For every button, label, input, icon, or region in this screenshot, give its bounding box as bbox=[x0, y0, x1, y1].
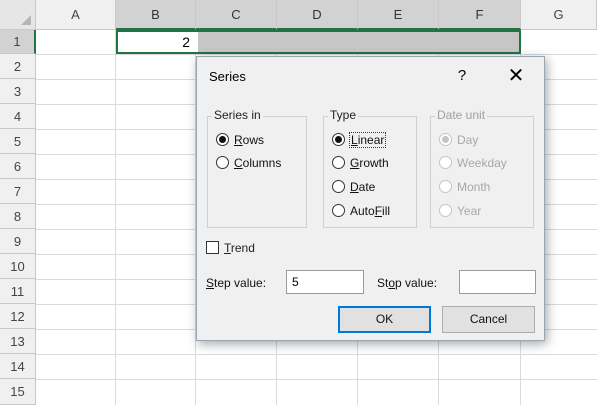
radio-unselected-icon bbox=[439, 156, 452, 169]
stop-value-label: Stop value: bbox=[377, 276, 438, 290]
column-header-d[interactable]: D bbox=[277, 0, 358, 30]
radio-unselected-icon bbox=[332, 180, 345, 193]
row-header-2[interactable]: 2 bbox=[0, 54, 36, 79]
rows-label: Rows bbox=[234, 133, 265, 147]
radio-unselected-icon bbox=[332, 156, 345, 169]
select-all-corner[interactable] bbox=[0, 0, 36, 30]
date-unit-year-radio: Year bbox=[439, 202, 481, 220]
column-header-b[interactable]: B bbox=[116, 0, 196, 30]
radio-selected-icon bbox=[216, 133, 229, 146]
checkbox-unchecked-icon bbox=[206, 241, 219, 254]
gridline bbox=[36, 354, 597, 355]
column-header-f[interactable]: F bbox=[439, 0, 521, 30]
row-header-5[interactable]: 5 bbox=[0, 129, 36, 154]
type-autofill-radio[interactable]: AutoFill bbox=[332, 202, 390, 220]
row-header-3[interactable]: 3 bbox=[0, 79, 36, 104]
date-unit-weekday-radio: Weekday bbox=[439, 154, 507, 172]
cell-b1-value[interactable]: 2 bbox=[116, 30, 194, 54]
growth-label: Growth bbox=[350, 156, 389, 170]
linear-label: Linear bbox=[348, 132, 387, 148]
date-unit-day-radio: Day bbox=[439, 131, 478, 149]
row-header-12[interactable]: 12 bbox=[0, 304, 36, 329]
gridline bbox=[36, 54, 597, 55]
type-linear-radio[interactable]: Linear bbox=[332, 131, 387, 149]
type-label: Type bbox=[328, 108, 359, 122]
radio-unselected-icon bbox=[216, 156, 229, 169]
columns-label: Columns bbox=[234, 156, 282, 170]
date-unit-label: Date unit bbox=[435, 108, 488, 122]
column-header-e[interactable]: E bbox=[358, 0, 439, 30]
series-in-label: Series in bbox=[212, 108, 263, 122]
row-header-14[interactable]: 14 bbox=[0, 354, 36, 379]
row-header-10[interactable]: 10 bbox=[0, 254, 36, 279]
month-label: Month bbox=[457, 180, 491, 194]
date-unit-month-radio: Month bbox=[439, 178, 490, 196]
close-icon[interactable]: ✕ bbox=[503, 64, 529, 88]
series-in-group: Series in Rows Columns bbox=[207, 108, 307, 228]
row-header-15[interactable]: 15 bbox=[0, 379, 36, 405]
day-label: Day bbox=[457, 133, 479, 147]
gridline bbox=[115, 30, 116, 405]
gridline bbox=[36, 379, 597, 380]
series-in-columns-radio[interactable]: Columns bbox=[216, 154, 281, 172]
row-header-8[interactable]: 8 bbox=[0, 204, 36, 229]
radio-unselected-icon bbox=[439, 204, 452, 217]
cancel-button[interactable]: Cancel bbox=[442, 306, 535, 333]
column-header-c[interactable]: C bbox=[196, 0, 277, 30]
radio-unselected-icon bbox=[332, 204, 345, 217]
step-value-label: Step value: bbox=[206, 276, 267, 290]
select-all-triangle-icon bbox=[21, 15, 31, 25]
radio-selected-icon bbox=[439, 133, 452, 146]
type-growth-radio[interactable]: Growth bbox=[332, 154, 389, 172]
type-group: Type Linear Growth Date AutoFill bbox=[323, 108, 417, 228]
row-header-9[interactable]: 9 bbox=[0, 229, 36, 254]
radio-unselected-icon bbox=[439, 180, 452, 193]
series-dialog: Series ? ✕ Series in Rows Columns Type L… bbox=[196, 56, 545, 341]
date-unit-group: Date unit Day Weekday Month Year bbox=[430, 108, 534, 228]
radio-selected-icon bbox=[332, 133, 345, 146]
row-header-4[interactable]: 4 bbox=[0, 104, 36, 129]
step-value-input[interactable] bbox=[286, 270, 364, 294]
row-header-11[interactable]: 11 bbox=[0, 279, 36, 304]
year-label: Year bbox=[457, 204, 482, 218]
type-date-radio[interactable]: Date bbox=[332, 178, 375, 196]
series-in-rows-radio[interactable]: Rows bbox=[216, 131, 264, 149]
weekday-label: Weekday bbox=[457, 156, 507, 170]
row-header-7[interactable]: 7 bbox=[0, 179, 36, 204]
column-header-g[interactable]: G bbox=[521, 0, 597, 30]
help-button[interactable]: ? bbox=[451, 65, 473, 87]
row-header-13[interactable]: 13 bbox=[0, 329, 36, 354]
stop-value-input[interactable] bbox=[459, 270, 536, 294]
ok-button[interactable]: OK bbox=[338, 306, 431, 333]
date-label: Date bbox=[350, 180, 376, 194]
trend-label: Trend bbox=[224, 241, 255, 255]
trend-checkbox[interactable]: Trend bbox=[206, 241, 255, 255]
row-header-6[interactable]: 6 bbox=[0, 154, 36, 179]
column-header-a[interactable]: A bbox=[36, 0, 116, 30]
row-header-1[interactable]: 1 bbox=[0, 30, 36, 54]
dialog-title: Series bbox=[209, 69, 246, 84]
autofill-label: AutoFill bbox=[350, 204, 391, 218]
